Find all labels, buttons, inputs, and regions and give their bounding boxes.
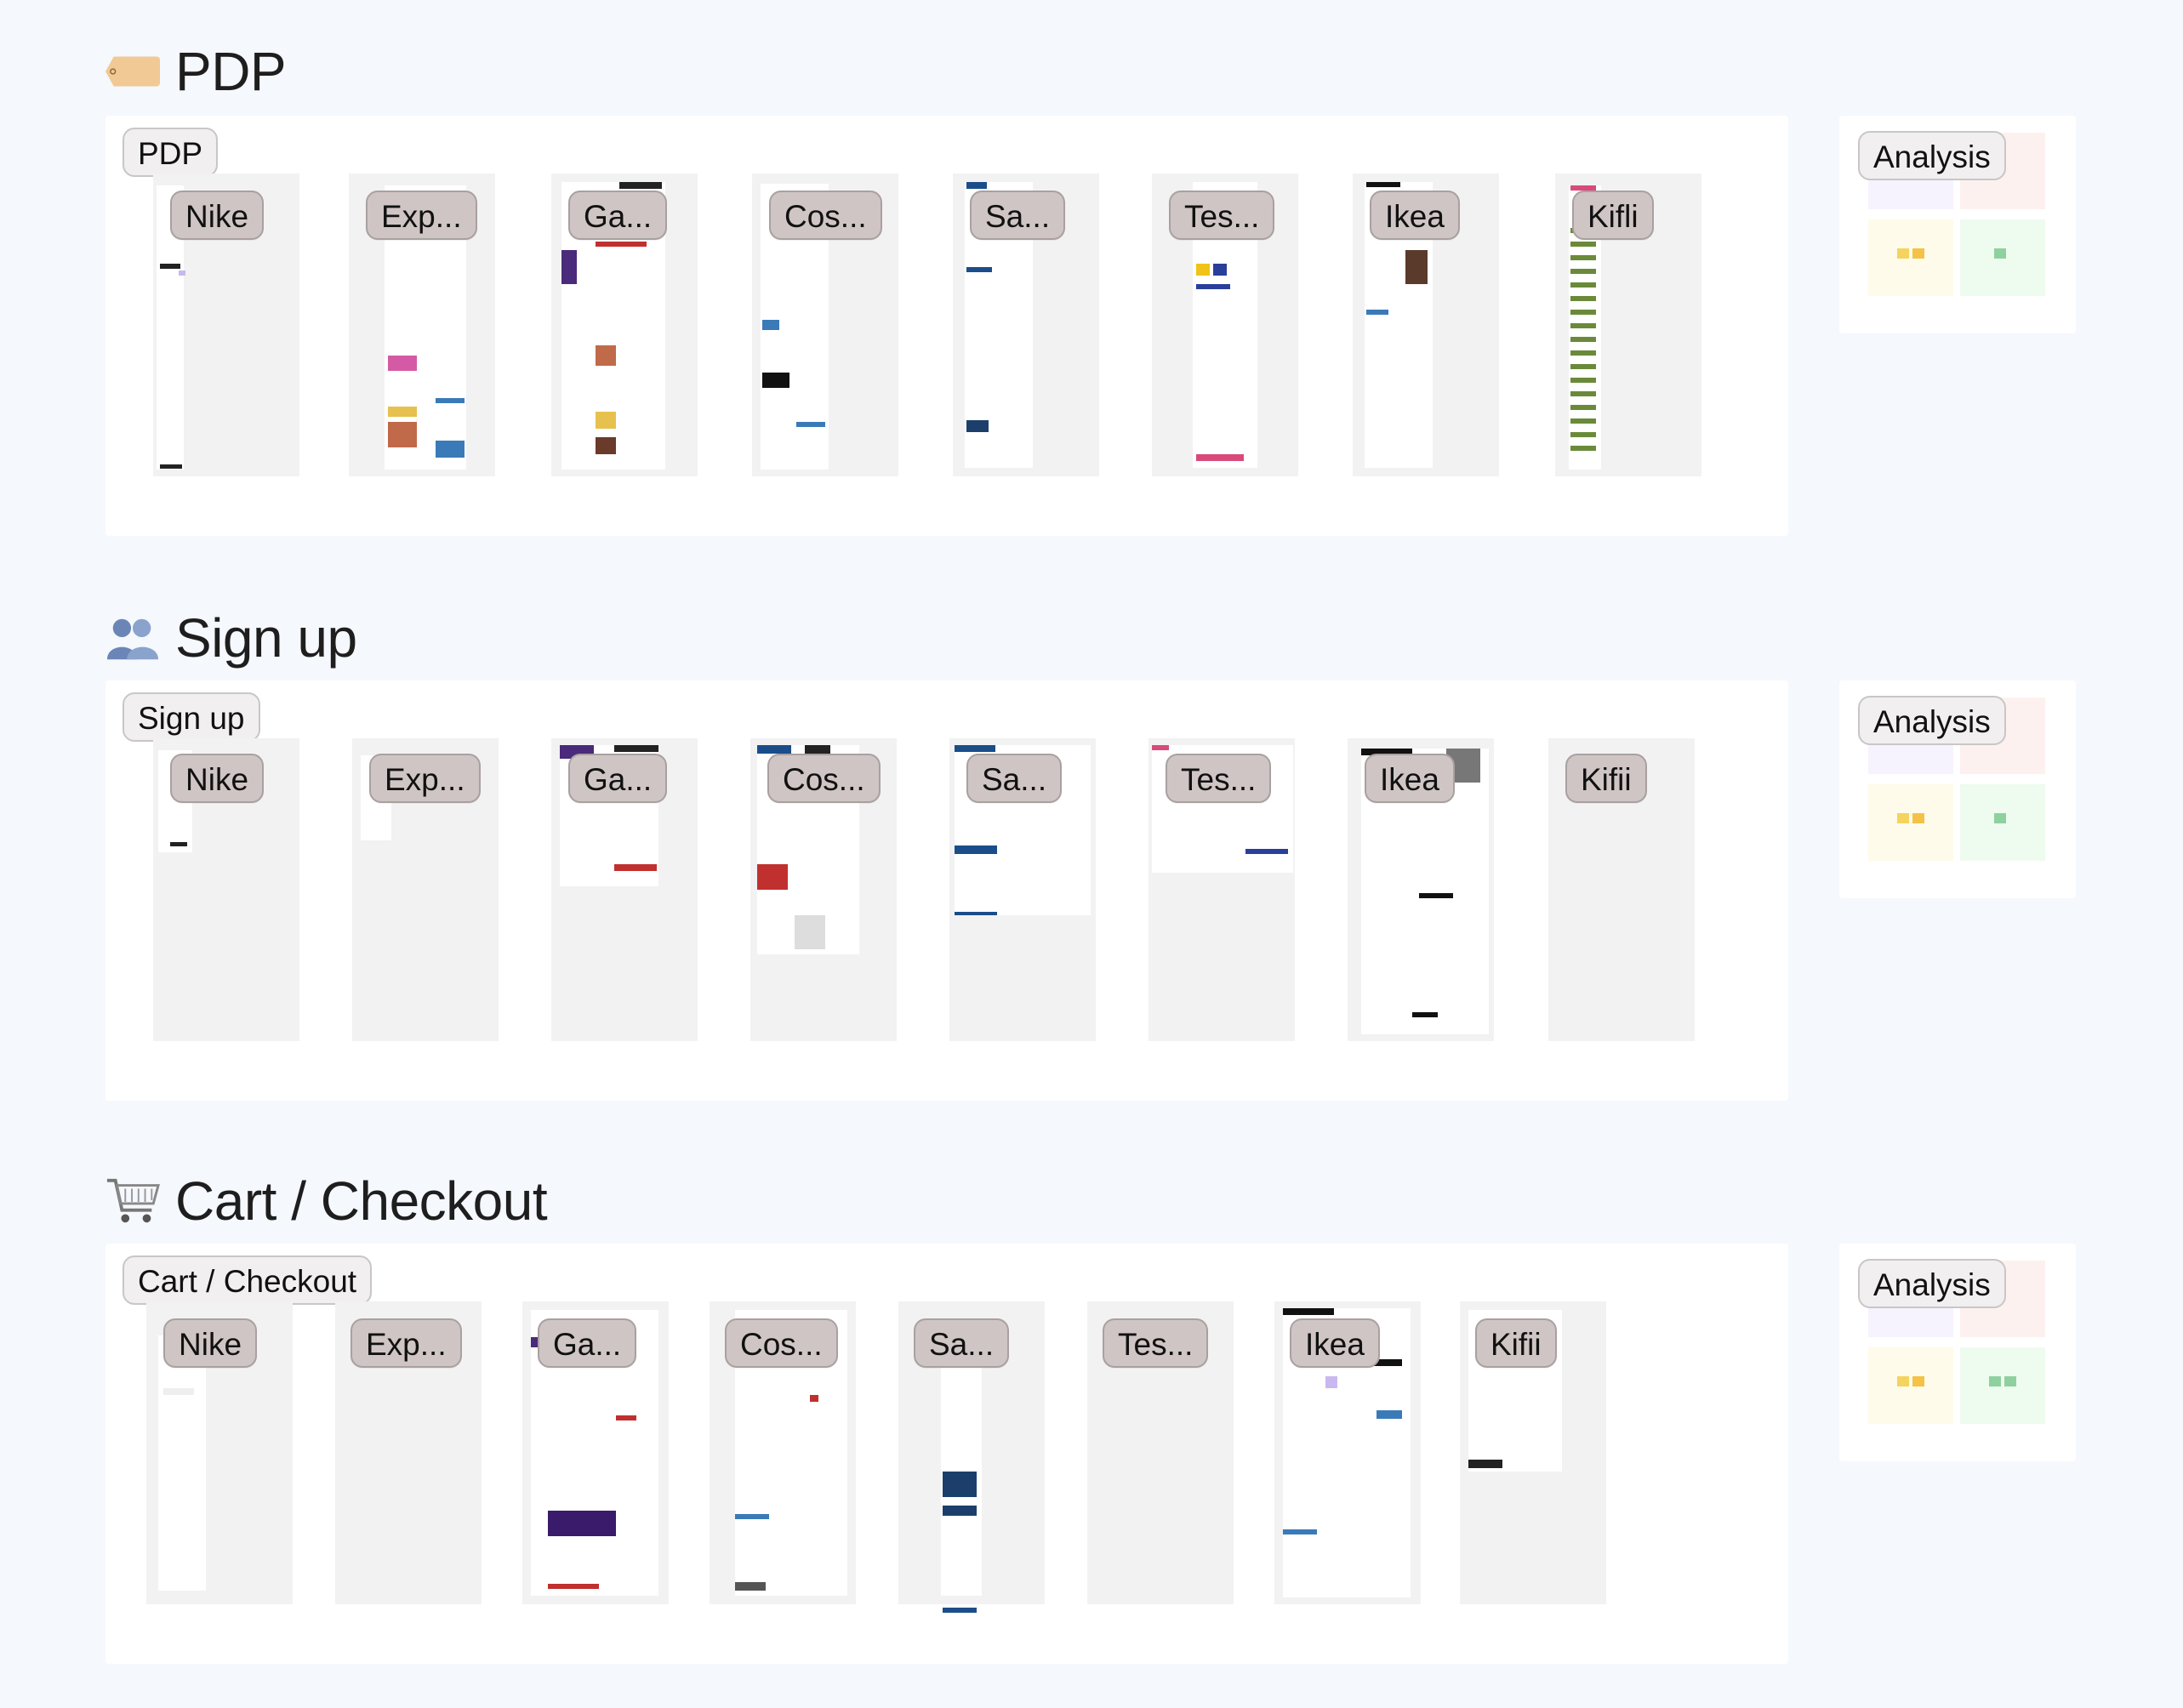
screenshot-card[interactable]: Sa... — [898, 1301, 1045, 1613]
section-title-pdp: PDP — [105, 37, 287, 105]
frame-label[interactable]: Sign up — [123, 692, 260, 742]
card-label[interactable]: Cos... — [725, 1318, 838, 1368]
users-icon — [105, 611, 160, 665]
screenshot-card[interactable]: Exp... — [349, 174, 495, 476]
screenshot-card[interactable]: Ikea — [1348, 738, 1494, 1041]
card-label[interactable]: Cos... — [767, 754, 881, 803]
screenshot-card[interactable]: Kifii — [1460, 1301, 1606, 1604]
screenshot-card[interactable]: Tes... — [1148, 738, 1295, 1041]
screenshot-card[interactable]: Exp... — [352, 738, 499, 1041]
shopping-cart-icon — [105, 1174, 160, 1228]
analysis-label[interactable]: Analysis — [1858, 131, 2006, 180]
card-label[interactable]: Cos... — [769, 191, 882, 240]
card-label[interactable]: Ikea — [1365, 754, 1455, 803]
card-label[interactable]: Nike — [163, 1318, 258, 1368]
card-label[interactable]: Ga... — [568, 191, 668, 240]
screenshot-card[interactable]: Ga... — [551, 738, 698, 1041]
card-label[interactable]: Kifii — [1565, 754, 1647, 803]
analysis-panel[interactable]: Analysis — [1839, 116, 2076, 333]
card-label[interactable]: Exp... — [351, 1318, 462, 1368]
screenshot-card[interactable]: Nike — [153, 738, 299, 1041]
screenshot-card[interactable]: Exp... — [335, 1301, 482, 1604]
card-label[interactable]: Ga... — [538, 1318, 637, 1368]
screenshot-card[interactable]: Ikea — [1353, 174, 1499, 476]
card-label[interactable]: Tes... — [1169, 191, 1275, 240]
screenshot-card[interactable]: Kifii — [1548, 738, 1695, 1041]
screenshot-card[interactable]: Cos... — [750, 738, 897, 1041]
price-tag-icon — [105, 44, 160, 99]
screenshot-card[interactable]: Ga... — [551, 174, 698, 476]
screenshot-card[interactable]: Ikea — [1274, 1301, 1421, 1604]
screenshot-card[interactable]: Kifli — [1555, 174, 1701, 476]
card-label[interactable]: Tes... — [1103, 1318, 1209, 1368]
board-frame-pdp[interactable]: PDP Nike Exp... Ga... Cos... Sa... Tes..… — [105, 116, 1788, 536]
screenshot-card[interactable]: Nike — [146, 1301, 293, 1604]
screenshot-card[interactable]: Cos... — [710, 1301, 856, 1604]
card-label[interactable]: Sa... — [914, 1318, 1010, 1368]
card-label[interactable]: Ga... — [568, 754, 668, 803]
frame-label[interactable]: PDP — [123, 128, 219, 177]
screenshot-card[interactable]: Ga... — [522, 1301, 669, 1604]
screenshot-card[interactable]: Tes... — [1087, 1301, 1234, 1604]
card-label[interactable]: Ikea — [1290, 1318, 1380, 1368]
screenshot-card[interactable]: Sa... — [949, 738, 1096, 1041]
screenshot-card[interactable]: Nike — [153, 174, 299, 476]
frame-label[interactable]: Cart / Checkout — [123, 1255, 373, 1305]
board-frame-cart-checkout[interactable]: Cart / Checkout Nike Exp... Ga... Cos...… — [105, 1244, 1788, 1664]
analysis-label[interactable]: Analysis — [1858, 1259, 2006, 1308]
section-title-cart-checkout: Cart / Checkout — [105, 1167, 548, 1235]
section-title-sign-up: Sign up — [105, 604, 357, 672]
card-label[interactable]: Nike — [170, 191, 265, 240]
card-label[interactable]: Ikea — [1370, 191, 1460, 240]
card-label[interactable]: Tes... — [1166, 754, 1272, 803]
card-label[interactable]: Kifli — [1572, 191, 1654, 240]
card-label[interactable]: Sa... — [970, 191, 1066, 240]
screenshot-card[interactable]: Tes... — [1152, 174, 1298, 476]
board-frame-sign-up[interactable]: Sign up Nike Exp... Ga... Cos... Sa... T… — [105, 680, 1788, 1101]
analysis-panel[interactable]: Analysis — [1839, 680, 2076, 898]
card-label[interactable]: Nike — [170, 754, 265, 803]
analysis-panel[interactable]: Analysis — [1839, 1244, 2076, 1461]
screenshot-card[interactable]: Cos... — [752, 174, 898, 476]
card-label[interactable]: Kifii — [1475, 1318, 1557, 1368]
screenshot-card[interactable]: Sa... — [953, 174, 1099, 476]
card-label[interactable]: Exp... — [369, 754, 481, 803]
analysis-label[interactable]: Analysis — [1858, 696, 2006, 745]
card-label[interactable]: Exp... — [366, 191, 477, 240]
card-label[interactable]: Sa... — [966, 754, 1063, 803]
